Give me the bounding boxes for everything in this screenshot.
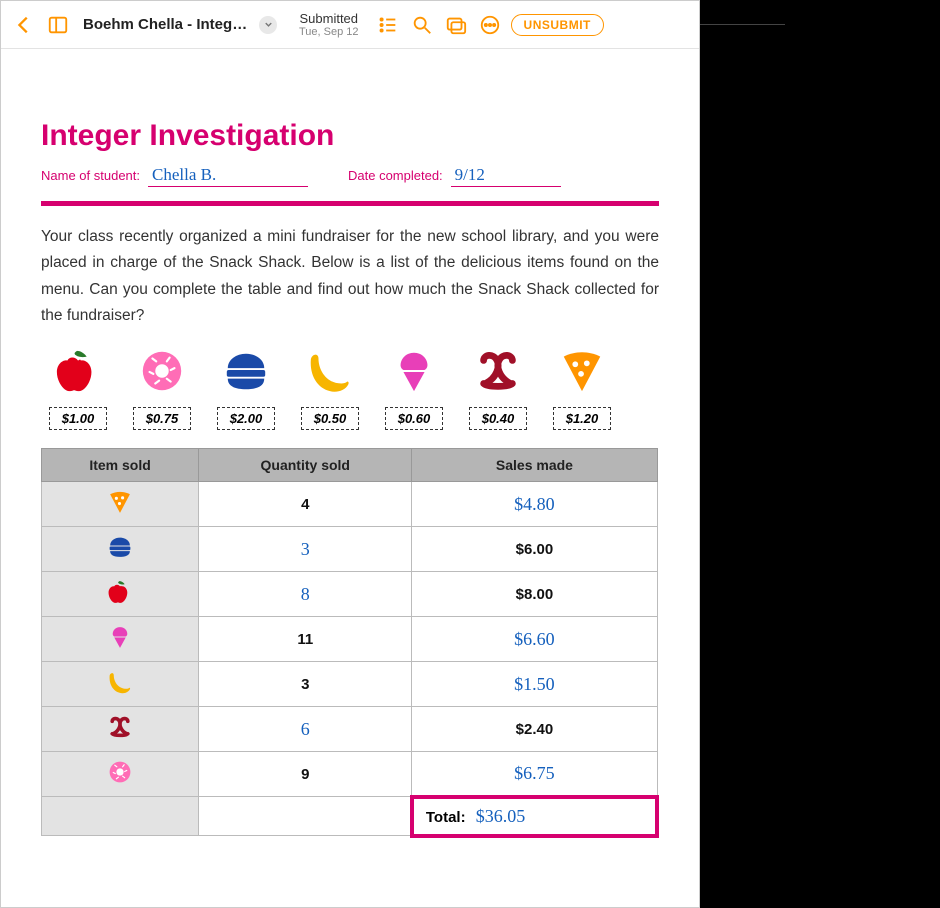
col-qty: Quantity sold xyxy=(199,449,412,482)
unsubmit-button[interactable]: UNSUBMIT xyxy=(511,14,604,36)
table-row: 3$6.00 xyxy=(42,527,658,572)
qty-cell: 11 xyxy=(199,617,412,662)
snack-donut: $0.75 xyxy=(129,347,195,430)
price-box: $0.75 xyxy=(133,407,191,430)
sales-cell: $2.40 xyxy=(412,707,657,752)
icecream-icon xyxy=(389,347,439,395)
price-box: $0.50 xyxy=(301,407,359,430)
sales-cell: $8.00 xyxy=(412,572,657,617)
snack-apple: $1.00 xyxy=(45,347,111,430)
worksheet-title: Integer Investigation xyxy=(41,119,659,153)
qty-cell: 3 xyxy=(199,527,412,572)
annotation-pointer xyxy=(700,24,785,25)
snack-icecream: $0.60 xyxy=(381,347,447,430)
banana-icon xyxy=(305,347,355,395)
item-cell xyxy=(42,617,199,662)
table-row: 4$4.80 xyxy=(42,482,658,527)
burger-icon xyxy=(107,534,133,560)
item-cell xyxy=(42,482,199,527)
sales-cell: $6.00 xyxy=(412,527,657,572)
sales-table: Item sold Quantity sold Sales made 4$4.8… xyxy=(41,448,659,838)
item-cell xyxy=(42,572,199,617)
table-row: 6$2.40 xyxy=(42,707,658,752)
item-cell xyxy=(42,662,199,707)
col-sales: Sales made xyxy=(412,449,657,482)
price-box: $0.60 xyxy=(385,407,443,430)
pretzel-icon xyxy=(473,347,523,395)
snack-banana: $0.50 xyxy=(297,347,363,430)
item-cell xyxy=(42,707,199,752)
media-icon[interactable] xyxy=(443,12,469,38)
qty-cell: 9 xyxy=(199,752,412,797)
qty-cell: 4 xyxy=(199,482,412,527)
more-icon[interactable] xyxy=(477,12,503,38)
sales-cell: $1.50 xyxy=(412,662,657,707)
search-icon[interactable] xyxy=(409,12,435,38)
pizza-icon xyxy=(557,347,607,395)
qty-cell: 8 xyxy=(199,572,412,617)
toolbar: Boehm Chella - Integers I... Submitted T… xyxy=(1,1,699,49)
snack-pizza: $1.20 xyxy=(549,347,615,430)
price-box: $1.20 xyxy=(553,407,611,430)
sales-cell: $6.75 xyxy=(412,752,657,797)
date-label: Date completed: xyxy=(348,168,443,183)
date-value: 9/12 xyxy=(451,165,561,187)
table-row: 11$6.60 xyxy=(42,617,658,662)
price-box: $2.00 xyxy=(217,407,275,430)
price-box: $1.00 xyxy=(49,407,107,430)
list-icon[interactable] xyxy=(375,12,401,38)
back-icon[interactable] xyxy=(11,12,37,38)
total-label: Total: xyxy=(426,809,466,826)
worksheet-body: Your class recently organized a mini fun… xyxy=(41,224,659,329)
pretzel-icon xyxy=(107,714,133,740)
divider xyxy=(41,201,659,206)
apple-icon xyxy=(107,579,133,605)
qty-cell: 3 xyxy=(199,662,412,707)
snack-burger: $2.00 xyxy=(213,347,279,430)
sales-cell: $6.60 xyxy=(412,617,657,662)
total-cell: Total: $36.05 xyxy=(412,797,657,836)
item-cell xyxy=(42,527,199,572)
icecream-icon xyxy=(107,624,133,650)
banana-icon xyxy=(107,669,133,695)
sidebar-icon[interactable] xyxy=(45,12,71,38)
snack-price-row: $1.00 $0.75 $2.00 $0.50 $0.60 $0.40 $1.20 xyxy=(41,347,659,430)
name-label: Name of student: xyxy=(41,168,140,183)
pizza-icon xyxy=(107,489,133,515)
table-row: 8$8.00 xyxy=(42,572,658,617)
table-row: 9$6.75 xyxy=(42,752,658,797)
item-cell xyxy=(42,752,199,797)
worksheet-page: Integer Investigation Name of student: C… xyxy=(1,49,699,868)
student-name-field: Name of student: Chella B. xyxy=(41,165,308,187)
qty-cell: 6 xyxy=(199,707,412,752)
app-window: Boehm Chella - Integers I... Submitted T… xyxy=(0,0,700,908)
donut-icon xyxy=(107,759,133,785)
col-item: Item sold xyxy=(42,449,199,482)
table-empty xyxy=(42,797,199,836)
document-title: Boehm Chella - Integers I... xyxy=(83,16,253,33)
name-value: Chella B. xyxy=(148,165,308,187)
table-empty xyxy=(199,797,412,836)
burger-icon xyxy=(221,347,271,395)
status-date: Tue, Sep 12 xyxy=(299,26,359,38)
price-box: $0.40 xyxy=(469,407,527,430)
table-row: 3$1.50 xyxy=(42,662,658,707)
date-field: Date completed: 9/12 xyxy=(348,165,561,187)
total-value: $36.05 xyxy=(476,806,526,826)
apple-icon xyxy=(53,347,103,395)
worksheet-header-fields: Name of student: Chella B. Date complete… xyxy=(41,165,659,187)
donut-icon xyxy=(137,347,187,395)
status-label: Submitted xyxy=(299,11,359,26)
chevron-down-icon[interactable] xyxy=(259,16,277,34)
document-title-group[interactable]: Boehm Chella - Integers I... xyxy=(83,16,277,34)
snack-pretzel: $0.40 xyxy=(465,347,531,430)
status-block: Submitted Tue, Sep 12 xyxy=(299,11,359,38)
sales-cell: $4.80 xyxy=(412,482,657,527)
